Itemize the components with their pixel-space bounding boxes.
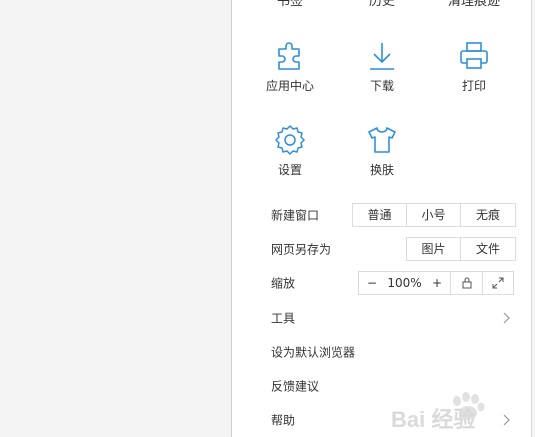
settings-label: 设置 — [277, 163, 302, 177]
fullscreen-button[interactable] — [483, 272, 513, 294]
set-default-browser-label: 设为默认浏览器 — [271, 345, 356, 360]
skin-button[interactable]: 换肤 — [337, 116, 427, 196]
save-as-image-button[interactable]: 图片 — [407, 238, 461, 260]
bookmarks-item[interactable]: 书签 — [277, 0, 303, 9]
expand-icon — [492, 277, 504, 289]
zoom-in-button[interactable]: + — [432, 272, 442, 294]
zoom-value: 100% — [387, 276, 422, 290]
new-small-window-button[interactable]: 小号 — [407, 204, 461, 226]
tshirt-icon — [368, 127, 396, 153]
new-incognito-window-button[interactable]: 无痕 — [461, 204, 515, 226]
set-default-browser-item[interactable]: 设为默认浏览器 — [232, 338, 531, 366]
save-page-label: 网页另存为 — [271, 242, 332, 257]
save-page-options: 图片 文件 — [406, 237, 516, 261]
watermark-text: Bai 经验 — [391, 407, 475, 432]
gear-icon — [275, 125, 305, 155]
zoom-row: 缩放 − 100% + — [232, 269, 531, 297]
new-normal-window-button[interactable]: 普通 — [353, 204, 407, 226]
save-as-file-button[interactable]: 文件 — [461, 238, 515, 260]
top-row-cut: 书签 历史 清理痕迹 — [232, 0, 531, 9]
zoom-level-group: − 100% + — [359, 272, 451, 294]
zoom-lock-button[interactable] — [451, 272, 483, 294]
app-center-button[interactable]: 应用中心 — [245, 32, 335, 112]
zoom-controls: − 100% + — [358, 271, 514, 295]
puzzle-icon — [278, 42, 300, 70]
download-icon — [370, 43, 394, 70]
save-page-row: 网页另存为 图片 文件 — [232, 235, 531, 263]
feedback-label: 反馈建议 — [271, 379, 320, 394]
print-button[interactable]: 打印 — [429, 32, 519, 112]
baidu-watermark: Bai 经验 — [385, 387, 525, 433]
settings-button[interactable]: 设置 — [245, 116, 335, 196]
chevron-right-icon — [503, 312, 510, 324]
tools-menu-item[interactable]: 工具 — [232, 304, 531, 332]
clear-traces-item[interactable]: 清理痕迹 — [448, 0, 500, 9]
zoom-label: 缩放 — [271, 276, 296, 291]
browser-main-menu: 书签 历史 清理痕迹 应用中心 下载 打印 设置 换肤 新建窗口 普通 小号 无… — [231, 0, 532, 437]
app-center-label: 应用中心 — [265, 79, 314, 93]
new-window-label: 新建窗口 — [271, 208, 320, 223]
download-label: 下载 — [369, 79, 394, 93]
history-item[interactable]: 历史 — [369, 0, 395, 9]
baidu-paw-logo: Bai 经验 — [391, 392, 485, 432]
lock-icon — [462, 277, 472, 289]
print-label: 打印 — [461, 79, 486, 93]
printer-icon — [460, 42, 488, 69]
skin-label: 换肤 — [369, 163, 394, 177]
tools-label: 工具 — [271, 311, 296, 326]
help-label: 帮助 — [271, 413, 296, 428]
new-window-options: 普通 小号 无痕 — [352, 203, 516, 227]
zoom-out-button[interactable]: − — [367, 272, 377, 294]
download-button[interactable]: 下载 — [337, 32, 427, 112]
new-window-row: 新建窗口 普通 小号 无痕 — [232, 201, 531, 229]
